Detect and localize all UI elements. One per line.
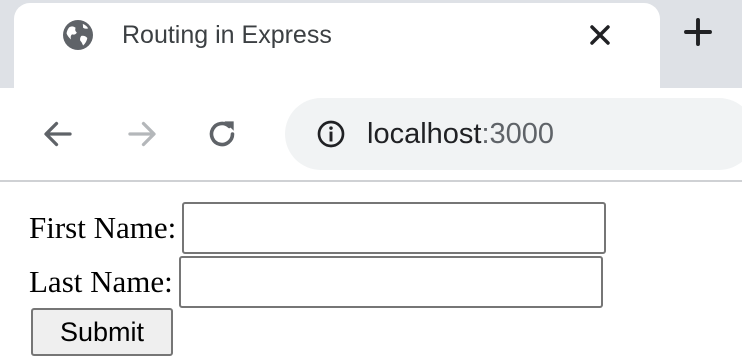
tab-title: Routing in Express <box>122 21 332 49</box>
last-name-input[interactable] <box>178 256 603 308</box>
url-text[interactable]: localhost:3000 <box>367 114 554 154</box>
first-name-input[interactable] <box>182 202 607 254</box>
address-bar[interactable]: localhost:3000 <box>285 98 742 170</box>
url-port: :3000 <box>481 118 555 150</box>
active-tab[interactable]: Routing in Express <box>14 3 660 93</box>
globe-icon <box>63 20 93 50</box>
forward-arrow-icon[interactable] <box>124 116 160 152</box>
back-arrow-icon[interactable] <box>40 116 76 152</box>
new-tab-plus-icon[interactable] <box>680 14 716 50</box>
close-icon[interactable] <box>584 19 616 51</box>
last-name-label: Last Name: <box>29 264 173 299</box>
last-name-row: Last Name: <box>29 256 603 308</box>
info-icon[interactable] <box>315 118 347 150</box>
browser-window: Routing in Express localhost:3000 First … <box>0 0 742 360</box>
first-name-label: First Name: <box>29 210 177 245</box>
first-name-row: First Name: <box>29 202 607 254</box>
page-content: First Name: Last Name: Submit <box>0 182 742 360</box>
url-host: localhost <box>367 118 482 150</box>
reload-icon[interactable] <box>204 116 240 152</box>
submit-button[interactable]: Submit <box>31 308 173 356</box>
browser-toolbar: localhost:3000 <box>0 88 742 178</box>
